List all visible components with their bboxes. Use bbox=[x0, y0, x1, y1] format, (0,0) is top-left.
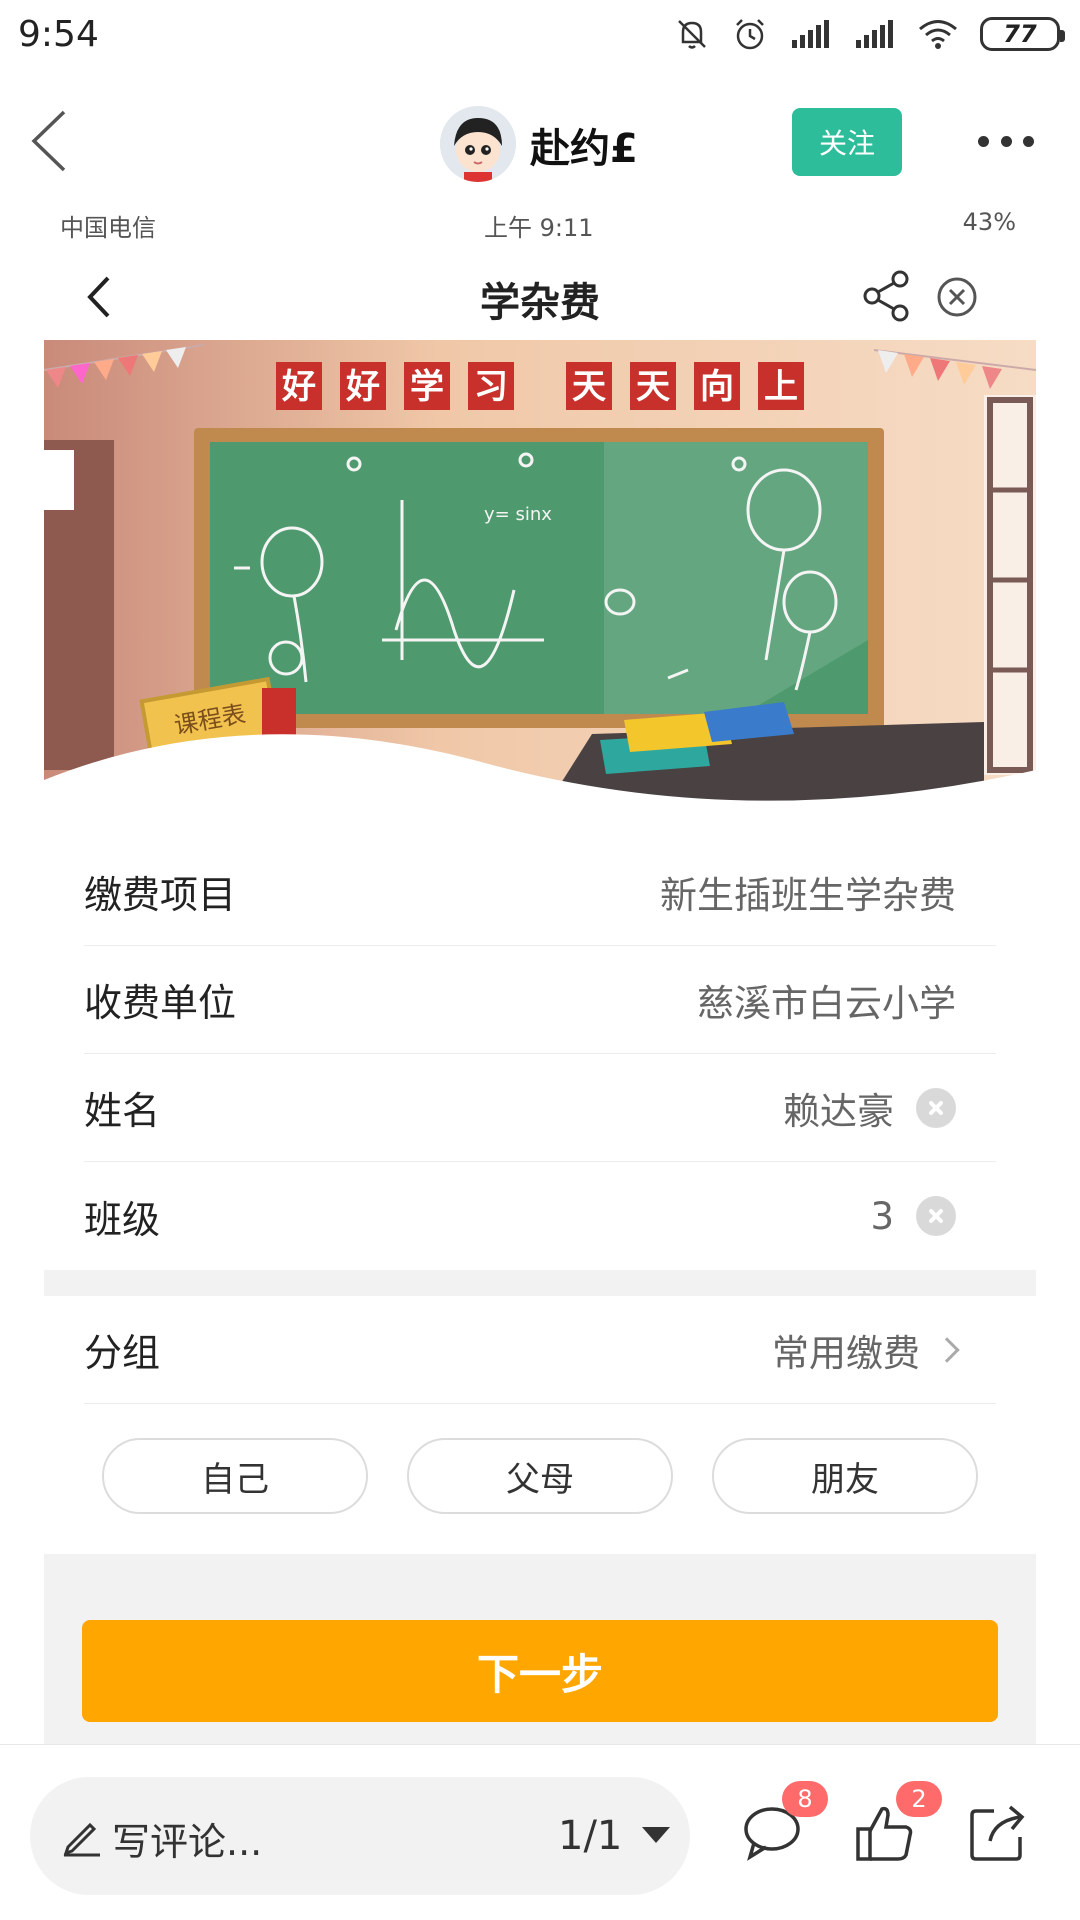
form-row-name: 姓名 赖达豪 bbox=[84, 1054, 996, 1162]
form-row-group: 分组 常用缴费 bbox=[84, 1296, 996, 1404]
share-icon[interactable] bbox=[966, 1801, 1030, 1865]
more-options-icon[interactable] bbox=[978, 126, 1034, 156]
group-selector: 常用缴费 bbox=[772, 1323, 996, 1377]
post-image-screenshot: 中国电信 上午 9:11 43% 学杂费 好 好 学 习 天 天 向 上 y= … bbox=[44, 210, 1036, 1746]
follow-button[interactable]: 关注 bbox=[792, 108, 902, 176]
class-input: 3 bbox=[870, 1194, 894, 1238]
group-value: 常用缴费 bbox=[772, 1331, 920, 1375]
embedded-nav-bar: 学杂费 bbox=[44, 250, 1036, 336]
chalkboard-formula: y= sinx bbox=[484, 504, 552, 525]
signal-icon bbox=[856, 20, 893, 48]
slogan-char: 天 bbox=[572, 367, 606, 407]
field-value: 赖达豪 bbox=[783, 1081, 996, 1135]
comment-placeholder: 写评论... bbox=[112, 1820, 263, 1864]
like-count-badge: 2 bbox=[896, 1781, 942, 1817]
pencil-icon bbox=[63, 1822, 100, 1857]
classroom-banner: 好 好 学 习 天 天 向 上 y= sinx 课程表 bbox=[44, 340, 1036, 840]
bottom-action-bar: 写评论... 1/1 8 2 bbox=[0, 1744, 1080, 1920]
author-name[interactable]: 赴约£ bbox=[530, 116, 638, 174]
avatar[interactable] bbox=[440, 106, 516, 182]
back-icon[interactable] bbox=[24, 106, 84, 176]
slogan-char: 习 bbox=[474, 367, 508, 407]
field-label: 分组 bbox=[84, 1331, 161, 1375]
battery-indicator: 77 bbox=[980, 17, 1065, 51]
next-step-area: 下一步 bbox=[44, 1554, 1036, 1746]
field-value: 新生插班生学杂费 bbox=[660, 865, 996, 919]
field-value-text: 新生插班生学杂费 bbox=[660, 873, 956, 917]
dropdown-triangle-icon[interactable] bbox=[642, 1827, 670, 1843]
slogan-char: 好 bbox=[345, 367, 380, 407]
status-icons: 77 bbox=[674, 16, 1065, 52]
field-label: 姓名 bbox=[84, 1089, 161, 1133]
field-label: 收费单位 bbox=[84, 981, 237, 1025]
alarm-icon bbox=[736, 19, 764, 50]
embedded-close-icon bbox=[937, 277, 977, 317]
field-value: 慈溪市白云小学 bbox=[697, 973, 996, 1027]
status-bar: 9:54 77 bbox=[0, 0, 1080, 76]
field-value: 3 bbox=[870, 1195, 996, 1238]
chip-parents: 父母 bbox=[407, 1438, 673, 1514]
chip-friends: 朋友 bbox=[712, 1438, 978, 1514]
wifi-icon bbox=[919, 20, 957, 49]
form-row-payee: 收费单位 慈溪市白云小学 bbox=[84, 946, 996, 1054]
name-input: 赖达豪 bbox=[783, 1089, 894, 1133]
slogan-char: 上 bbox=[764, 367, 798, 407]
embedded-carrier: 中国电信 bbox=[60, 214, 156, 242]
chevron-right-icon bbox=[934, 1336, 960, 1363]
chip-self: 自己 bbox=[102, 1438, 368, 1514]
form-row-item: 缴费项目 新生插班生学杂费 bbox=[84, 838, 996, 946]
embedded-share-icon bbox=[863, 270, 909, 322]
next-step-button: 下一步 bbox=[82, 1620, 998, 1722]
signal-icon bbox=[792, 20, 829, 48]
embedded-time: 上午 9:11 bbox=[484, 214, 594, 242]
form-row-class: 班级 3 bbox=[84, 1162, 996, 1270]
slogan-char: 学 bbox=[410, 367, 444, 407]
embedded-status-bar: 中国电信 上午 9:11 43% bbox=[44, 210, 1036, 242]
mute-bell-icon bbox=[678, 20, 706, 49]
comment-count-badge: 8 bbox=[782, 1781, 828, 1817]
clear-icon bbox=[916, 1087, 956, 1128]
embedded-battery: 43% bbox=[962, 210, 1016, 236]
comment-input[interactable]: 写评论... 1/1 bbox=[30, 1777, 690, 1895]
slogan-char: 向 bbox=[700, 367, 734, 407]
clear-icon bbox=[916, 1196, 956, 1236]
field-value-text: 慈溪市白云小学 bbox=[697, 981, 956, 1025]
field-label: 缴费项目 bbox=[84, 873, 237, 917]
group-chips: 自己 父母 朋友 bbox=[44, 1404, 1036, 1548]
page-counter[interactable]: 1/1 bbox=[558, 1813, 622, 1859]
slogan-char: 天 bbox=[636, 367, 670, 407]
field-label: 班级 bbox=[84, 1197, 161, 1242]
app-header: 赴约£ 关注 bbox=[0, 76, 1080, 210]
section-divider bbox=[44, 1270, 1036, 1296]
payment-form: 缴费项目 新生插班生学杂费 收费单位 慈溪市白云小学 姓名 赖达豪 班级 3 分… bbox=[44, 838, 1036, 1548]
avatar-image bbox=[440, 106, 516, 182]
status-time: 9:54 bbox=[18, 14, 99, 55]
slogan-char: 好 bbox=[281, 367, 316, 407]
classroom-illustration: 好 好 学 习 天 天 向 上 y= sinx 课程表 bbox=[44, 340, 1036, 840]
